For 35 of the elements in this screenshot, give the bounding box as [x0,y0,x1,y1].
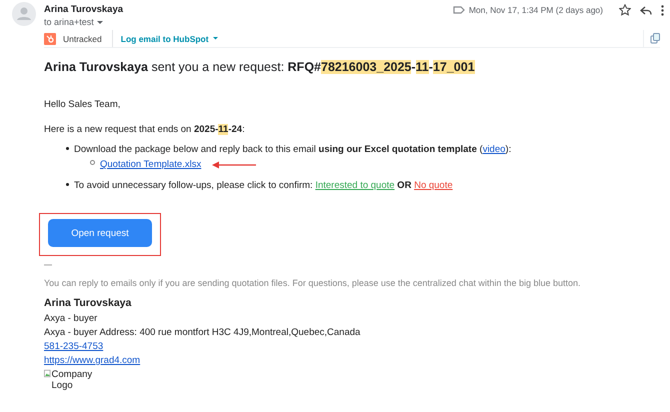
phone-link[interactable]: 581-235-4753 [44,341,104,352]
recipient-text: to arina+test [44,17,94,27]
avatar-icon [12,2,36,26]
link[interactable]: Quotation Template.xlsx [100,159,202,170]
caret-icon[interactable] [96,20,103,24]
log-email-button[interactable]: Log email to HubSpot [120,34,218,44]
more-icon[interactable] [661,4,664,16]
sender-name: Arina Turovskaya [44,4,124,15]
greeting-text: Hello Sales Team, [44,99,122,110]
intro-text: Here is a new request that ends on 2025-11-24: [44,124,246,135]
signature-line: Axya - buyer [44,313,98,324]
copy-icon[interactable] [650,33,660,44]
reply-icon[interactable] [640,4,652,16]
list-item-text: To avoid unnecessary follow-ups, please click to confirm: Interested to quote OR No quote [74,180,453,191]
website-link[interactable]: https://www.grad4.com [44,355,140,366]
broken-image-icon [44,369,51,378]
bullet-icon [66,183,69,186]
bullet-icon [66,147,69,150]
notice-text: You can reply to emails only if you are sending quotation files. For questions, please use the centralized chat within the big blue button. [44,278,582,288]
tracking-status: Untracked [56,30,113,47]
caret-icon [212,37,218,40]
signature-name: Arina Turovskaya [44,297,132,309]
image-alt-text: Company Logo [52,369,94,391]
bullet-icon [90,160,95,165]
signature-separator: — [44,260,53,269]
label-icon[interactable] [452,6,465,14]
email-heading: Arina Turovskaya sent you a new request: RFQ#78216003_2025-11-17_001 [44,60,476,74]
date-text: Mon, Nov 17, 1:34 PM (2 days ago) [468,5,603,15]
list-item-text: Download the package below and reply back to this email using our Excel quotation template (video): [74,144,512,155]
star-icon[interactable] [619,4,631,16]
signature-line: Axya - buyer Address: 400 rue montfort H3C 4J9,Montreal,Quebec,Canada [44,327,362,338]
link[interactable]: video [482,144,506,155]
link[interactable]: No quote [414,180,453,191]
sprocket-icon [44,32,56,44]
open-request-button[interactable]: Open request [48,219,152,247]
